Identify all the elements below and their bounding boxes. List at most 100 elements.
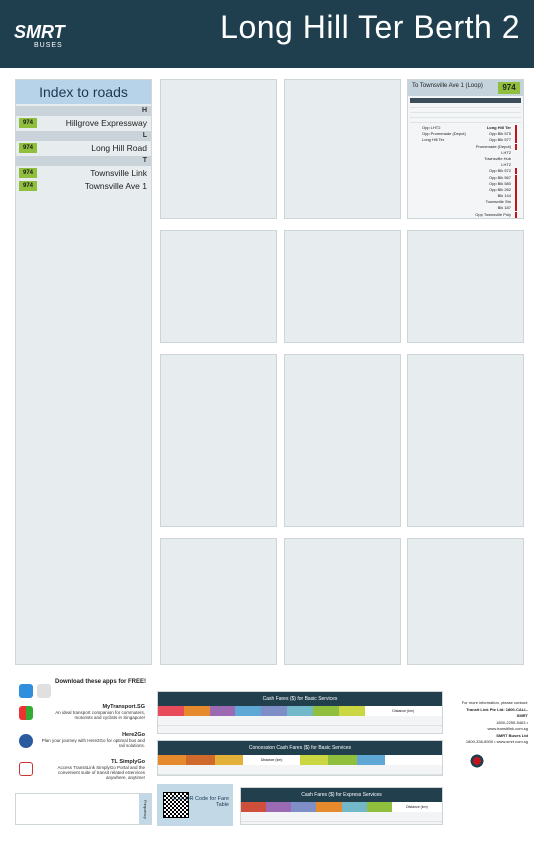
stop-name: LHT2: [501, 162, 511, 168]
stop-name: Long Hill Ter: [486, 125, 511, 130]
timing-row: [410, 118, 521, 123]
contact-line: Transit Link Pte Ltd: 1800-CALL-SMRT: [466, 706, 528, 719]
fare-row: [158, 716, 442, 726]
app-mytransport: MyTransport.SG An ideal transport compan…: [37, 704, 145, 720]
apps-box: Download these apps for FREE! MyTranspor…: [15, 676, 152, 791]
service-badge: 974: [19, 181, 37, 191]
stop-marker: [515, 180, 517, 187]
app-simplygo: TL SimplyGo Access TransitLink SimplyGo …: [37, 759, 145, 780]
side-stop: Opp Promenade (Depot): [422, 131, 466, 137]
stop-name: Opp Blk 580: [488, 180, 511, 186]
frequency-tab: Frequency: [139, 794, 151, 824]
play-store-icon[interactable]: [37, 684, 51, 698]
fare-table-concession: Concession Cash Fares ($) for Basic Serv…: [157, 740, 443, 776]
contact-line[interactable]: 1800-2255-5463 • www.transitlink.com.sg: [458, 720, 528, 733]
fare-row: [241, 812, 442, 822]
stop-name: LHT2: [501, 149, 511, 155]
service-card-974[interactable]: To Townsville Ave 1 (Loop) 974 Long Hill…: [407, 79, 524, 219]
service-panel-empty: [160, 230, 277, 343]
road-row[interactable]: 974 Hillgrove Expressway: [16, 117, 151, 129]
road-name: Townsville Ave 1: [84, 181, 147, 191]
stop-name: Blk 144: [497, 193, 511, 199]
fare-table-express: Cash Fares ($) for Express Services Dist…: [240, 787, 443, 825]
stop-name: Opp Blk 577: [488, 137, 511, 143]
service-panel-empty: [284, 79, 401, 219]
service-panel-empty: [407, 230, 524, 343]
fare-table-title: Cash Fares ($) for Basic Services: [158, 692, 442, 706]
service-panel-empty: [407, 354, 524, 527]
service-direction: To Townsville Ave 1 (Loop): [412, 83, 483, 89]
stop-marker: [515, 205, 517, 212]
stop-marker: [515, 193, 517, 200]
qr-box[interactable]: Scan QR Code for Fare Table: [157, 784, 233, 826]
index-to-roads-panel: Index to roads H 974 Hillgrove Expresswa…: [15, 79, 152, 665]
stop-name: Opp Blk 567: [488, 174, 511, 180]
fare-band-row: Distance (km): [158, 755, 443, 765]
road-row[interactable]: 974 Townsville Ave 1: [16, 180, 151, 192]
distance-label: Distance (km): [391, 802, 442, 812]
service-panel-empty: [160, 538, 277, 665]
index-letter-h: H: [16, 106, 151, 116]
road-name: Long Hill Road: [91, 143, 147, 153]
stop-marker: [515, 168, 517, 175]
stop-marker: [515, 174, 517, 181]
simplygo-icon: [19, 762, 33, 776]
stop-name: Opp Blk 572: [488, 168, 511, 174]
index-title: Index to roads: [16, 80, 151, 104]
service-badge: 974: [19, 118, 37, 128]
service-panel-empty: [284, 354, 401, 527]
index-letter-t: T: [16, 156, 151, 166]
side-stop: Opp LHT2: [422, 125, 441, 130]
stop-marker: [515, 143, 517, 150]
road-row[interactable]: 974 Long Hill Road: [16, 142, 151, 154]
app-store-icon[interactable]: [19, 684, 33, 698]
service-panel-empty: [284, 230, 401, 343]
stop-marker: [515, 199, 517, 206]
service-panel-empty: [160, 354, 277, 527]
brand-name: SMRT: [14, 22, 65, 42]
contact-info: For more information, please contact: Tr…: [458, 700, 528, 770]
app-desc: Access TransitLink SimplyGo Portal and t…: [57, 765, 145, 780]
road-name: Townsville Link: [90, 168, 147, 178]
app-desc: Plan your journey with Here2Go for optim…: [41, 738, 145, 748]
fare-band-row: Distance (km): [241, 802, 442, 812]
qr-caption: Scan QR Code for Fare Table: [171, 796, 229, 808]
stop-marker: [515, 186, 517, 193]
road-row[interactable]: 974 Townsville Link: [16, 167, 151, 179]
distance-label: Distance (km): [364, 706, 442, 716]
stop-name: Townsville Hub: [484, 155, 511, 161]
distance-label: Distance (km): [243, 755, 301, 765]
smrt-logo: SMRT BUSES: [14, 18, 110, 54]
contact-lead: For more information, please contact:: [461, 700, 528, 705]
fare-table-title: Cash Fares ($) for Express Services: [241, 788, 442, 802]
service-card-header: To Townsville Ave 1 (Loop) 974: [408, 80, 523, 96]
stop-name: Opp Townsville Poly: [475, 211, 511, 217]
fare-table-basic: Cash Fares ($) for Basic Services Distan…: [157, 691, 443, 734]
service-badge: 974: [19, 143, 37, 153]
app-desc: An ideal transport companion for commute…: [55, 710, 145, 720]
stop-row: Opp Townsville Poly: [410, 211, 521, 218]
service-badge: 974: [19, 168, 37, 178]
index-letter-l: L: [16, 131, 151, 141]
frequency-box: Frequency: [15, 793, 152, 825]
fare-row: [158, 765, 442, 775]
road-name: Hillgrove Expressway: [65, 118, 147, 128]
stop-name: Townsville Stn: [485, 199, 511, 205]
stop-marker: [515, 131, 517, 138]
service-panel-empty: [407, 538, 524, 665]
side-stop: Long Hill Ter: [422, 137, 445, 143]
service-panel-empty: [284, 538, 401, 665]
fare-table-title: Concession Cash Fares ($) for Basic Serv…: [158, 741, 442, 755]
stop-name: Opp Blk 575: [488, 131, 511, 137]
stop-marker: [515, 211, 517, 218]
fare-band-row: Distance (km): [158, 706, 442, 716]
brand-sub: BUSES: [34, 42, 63, 49]
stop-list: Long Hill Ter Opp LHT2 Opp Blk 575 Opp Pro…: [408, 125, 523, 218]
mytransport-icon: [19, 706, 33, 720]
stop-marker: [515, 125, 517, 131]
stop-name: Promenade (Depot): [475, 143, 511, 149]
contact-line[interactable]: 1800-336-8900 • www.smrt.com.sg: [458, 739, 528, 746]
service-number-badge: 974: [498, 82, 520, 94]
stop-name: Opp Blk 282: [488, 186, 511, 192]
app-here2go: Here2Go Plan your journey with Here2Go f…: [37, 732, 145, 748]
